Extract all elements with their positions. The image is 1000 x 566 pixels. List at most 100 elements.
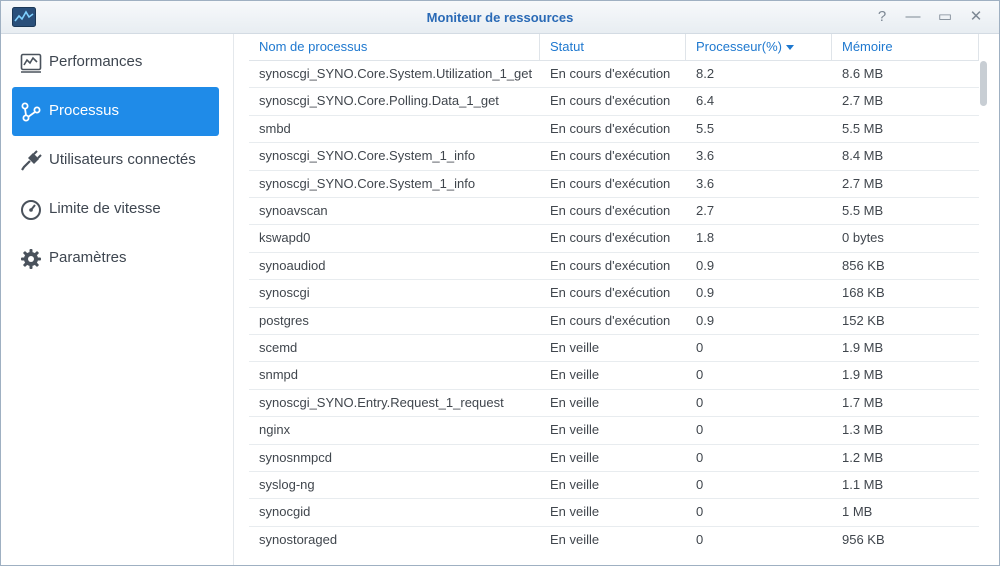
sidebar-item-processus[interactable]: Processus <box>12 87 219 136</box>
sidebar-item-label: Paramètres <box>49 249 127 266</box>
cpu-cell: 0 <box>696 340 704 355</box>
memory-cell: 2.7 MB <box>842 93 884 109</box>
process-name-cell: synoscgi_SYNO.Core.System_1_info <box>259 148 476 164</box>
process-name-cell: snmpd <box>259 367 299 383</box>
status-cell: En cours d'exécution <box>550 120 671 136</box>
memory-cell: 5.5 MB <box>842 120 884 136</box>
gear-icon <box>20 248 42 270</box>
cpu-cell: 5.5 <box>696 120 715 136</box>
plug-icon <box>20 150 42 172</box>
process-name-cell: synoscgi_SYNO.Core.Polling.Data_1_get <box>259 93 499 109</box>
table-row[interactable]: synoscgi_SYNO.Core.System_1_info En cours… <box>249 171 979 198</box>
sidebar-item-label: Utilisateurs connectés <box>49 151 196 168</box>
status-cell: En veille <box>550 422 600 438</box>
status-cell: En veille <box>550 504 600 520</box>
table-row[interactable]: nginx En veille 0 1.3 MB <box>249 417 979 445</box>
column-header-name[interactable]: Nom de processus <box>249 34 540 61</box>
table-row[interactable]: synoscgi_SYNO.Entry.Request_1_request En … <box>249 390 979 418</box>
status-cell: En cours d'exécution <box>550 285 671 301</box>
table-row[interactable]: synoaudiod En cours d'exécution 0.9 856 KB <box>249 253 979 281</box>
vertical-scrollbar[interactable] <box>980 61 988 549</box>
cpu-cell: 3.6 <box>696 148 715 164</box>
process-name-cell: synoscgi <box>259 285 310 301</box>
status-cell: En veille <box>550 394 600 410</box>
table-row[interactable]: synoscgi_SYNO.Core.System.Utilization_1_… <box>249 61 979 89</box>
process-name-cell: synocgid <box>259 504 311 520</box>
table-row[interactable]: scemd En veille 0 1.9 MB <box>249 335 979 363</box>
cpu-cell: 0.9 <box>696 312 715 328</box>
status-cell: En cours d'exécution <box>550 203 671 218</box>
column-header-cpu[interactable]: Processeur(%) <box>686 34 832 61</box>
title-bar[interactable]: Moniteur de ressources ? — ▭ ✕ <box>1 1 999 34</box>
memory-cell: 1 MB <box>842 504 873 520</box>
table-row[interactable]: synoscgi_SYNO.Core.System_1_info En cours… <box>249 143 979 171</box>
table-row[interactable]: synocgid En veille 0 1 MB <box>249 499 979 527</box>
memory-cell: 1.9 MB <box>842 367 884 383</box>
table-row[interactable]: synoscgi_SYNO.Core.Polling.Data_1_get En … <box>249 88 979 116</box>
process-name-cell: kswapd0 <box>259 230 311 246</box>
sort-descending-icon <box>785 45 794 51</box>
memory-cell: 8.6 MB <box>842 66 884 81</box>
process-name-cell: synoscgi_SYNO.Core.System_1_info <box>259 175 476 191</box>
close-icon[interactable]: ✕ <box>963 5 989 29</box>
cpu-cell: 0 <box>696 504 704 520</box>
performance-chart-icon <box>20 52 42 74</box>
minimize-icon[interactable]: — <box>900 5 926 29</box>
table-row[interactable]: kswapd0 En cours d'exécution 1.8 0 bytes <box>249 225 979 253</box>
cpu-cell: 0 <box>696 477 704 492</box>
cpu-cell: 0 <box>696 394 704 410</box>
memory-cell: 1.7 MB <box>842 394 884 410</box>
status-cell: En cours d'exécution <box>550 230 671 246</box>
help-icon[interactable]: ? <box>869 5 895 29</box>
table-header: Nom de processus Statut Processeur(%) Mé… <box>249 34 979 61</box>
memory-cell: 0 bytes <box>842 230 884 246</box>
status-cell: En cours d'exécution <box>550 312 671 328</box>
process-name-cell: synoaudiod <box>259 257 326 273</box>
cpu-cell: 2.7 <box>696 203 715 218</box>
process-name-cell: synostoraged <box>259 531 338 547</box>
memory-cell: 956 KB <box>842 531 885 547</box>
sidebar-item-limite-de-vitesse[interactable]: Limite de vitesse <box>12 185 219 234</box>
process-name-cell: synosnmpcd <box>259 449 332 465</box>
table-row[interactable]: synoavscan En cours d'exécution 2.7 5.5 MB <box>249 198 979 226</box>
status-cell: En veille <box>550 477 600 492</box>
table-row[interactable]: syslog-ng En veille 0 1.1 MB <box>249 472 979 500</box>
cpu-cell: 3.6 <box>696 175 715 191</box>
window-title: Moniteur de ressources <box>426 10 574 25</box>
memory-cell: 1.1 MB <box>842 477 884 492</box>
status-cell: En veille <box>550 449 600 465</box>
table-row[interactable]: synoscgi En cours d'exécution 0.9 168 KB <box>249 280 979 308</box>
sidebar-item-utilisateurs-connectes[interactable]: Utilisateurs connectés <box>12 136 219 185</box>
memory-cell: 1.9 MB <box>842 340 884 355</box>
status-cell: En veille <box>550 531 600 547</box>
table-row[interactable]: snmpd En veille 0 1.9 MB <box>249 362 979 390</box>
table-body: synoscgi_SYNO.Core.System.Utilization_1_… <box>249 61 979 553</box>
scrollbar-thumb[interactable] <box>980 61 987 106</box>
column-header-status[interactable]: Statut <box>540 34 686 61</box>
table-row[interactable]: synostoraged En veille 0 956 KB <box>249 527 979 553</box>
cpu-cell: 0 <box>696 422 704 438</box>
process-name-cell: smbd <box>259 120 291 136</box>
process-icon <box>20 101 42 123</box>
sidebar-item-parametres[interactable]: Paramètres <box>12 234 219 283</box>
process-name-cell: scemd <box>259 340 298 355</box>
process-table: Nom de processus Statut Processeur(%) Mé… <box>249 34 999 565</box>
memory-cell: 856 KB <box>842 257 885 273</box>
cpu-cell: 8.2 <box>696 66 715 81</box>
memory-cell: 152 KB <box>842 312 885 328</box>
table-row[interactable]: synosnmpcd En veille 0 1.2 MB <box>249 445 979 472</box>
table-row[interactable]: smbd En cours d'exécution 5.5 5.5 MB <box>249 116 979 144</box>
cpu-cell: 0 <box>696 531 704 547</box>
column-header-memory[interactable]: Mémoire <box>832 34 979 61</box>
memory-cell: 5.5 MB <box>842 203 884 218</box>
memory-cell: 1.3 MB <box>842 422 884 438</box>
process-name-cell: syslog-ng <box>259 477 315 492</box>
sidebar-item-performances[interactable]: Performances <box>12 38 219 87</box>
sidebar: Performances Processus Utilisateurs conn… <box>1 34 234 565</box>
status-cell: En cours d'exécution <box>550 257 671 273</box>
cpu-cell: 6.4 <box>696 93 715 109</box>
cpu-cell: 0 <box>696 449 704 465</box>
table-row[interactable]: postgres En cours d'exécution 0.9 152 KB <box>249 308 979 335</box>
maximize-icon[interactable]: ▭ <box>932 5 958 29</box>
sidebar-item-label: Performances <box>49 53 143 70</box>
